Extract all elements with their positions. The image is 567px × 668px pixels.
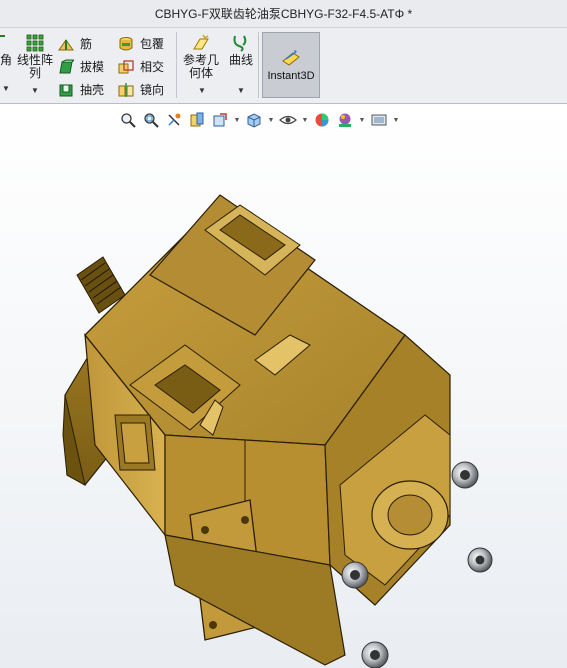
command-manager-ribbon: 角 ▼ 线性阵 列 ▼ 筋 拔模 抽壳 包覆 相交 镜向 参考几 何体 ▼ 曲线… xyxy=(0,28,567,104)
view-orientation-icon[interactable] xyxy=(244,111,264,129)
heads-up-view-toolbar: ▼ ▼ ▼ ▼ ▼ xyxy=(118,109,400,131)
window-title-bar: CBHYG-F双联齿轮油泵CBHYG-F32-F4.5-ATΦ * xyxy=(0,0,567,28)
hide-show-items-icon[interactable] xyxy=(278,111,298,129)
fillet-icon xyxy=(0,35,5,37)
linear-pattern-dropdown-icon[interactable]: ▼ xyxy=(31,86,39,95)
ribbon-separator xyxy=(258,32,259,98)
window-title: CBHYG-F双联齿轮油泵CBHYG-F32-F4.5-ATΦ * xyxy=(154,7,413,21)
draft-button[interactable]: 拔模 xyxy=(58,58,104,75)
intersect-label: 相交 xyxy=(140,60,165,74)
display-style-dropdown-icon[interactable]: ▼ xyxy=(267,117,275,124)
curves-button[interactable]: 曲线 xyxy=(226,34,256,67)
instant3d-icon xyxy=(282,49,300,66)
fillet-button[interactable]: 角 xyxy=(0,34,12,67)
edit-appearance-icon[interactable] xyxy=(312,111,332,129)
draft-icon xyxy=(59,59,74,73)
shell-button[interactable]: 抽壳 xyxy=(58,81,104,98)
rib-button[interactable]: 筋 xyxy=(58,35,92,52)
intersect-button[interactable]: 相交 xyxy=(118,58,164,75)
draft-label: 拔模 xyxy=(80,60,105,74)
rib-label: 筋 xyxy=(80,37,93,51)
linear-pattern-button[interactable]: 线性阵 列 xyxy=(14,34,56,80)
view-orientation-dropdown-icon[interactable]: ▼ xyxy=(233,117,241,124)
shell-icon xyxy=(59,84,73,96)
curves-dropdown-icon[interactable]: ▼ xyxy=(237,86,245,95)
fillet-dropdown-icon[interactable]: ▼ xyxy=(2,84,10,93)
zoom-to-fit-icon[interactable] xyxy=(118,111,138,129)
intersect-icon xyxy=(118,59,134,73)
linear-pattern-icon xyxy=(26,34,44,52)
reference-geometry-button[interactable]: 参考几 何体 xyxy=(180,34,222,80)
reference-geometry-label-2: 何体 xyxy=(188,66,213,80)
wrap-icon xyxy=(119,36,133,50)
wrap-label: 包覆 xyxy=(140,37,165,51)
rib-icon xyxy=(58,38,74,50)
view-settings-icon[interactable] xyxy=(369,111,389,129)
graphics-area[interactable]: ▼ ▼ ▼ ▼ ▼ xyxy=(0,105,567,668)
section-view-icon[interactable] xyxy=(187,111,207,129)
zoom-to-area-icon[interactable] xyxy=(141,111,161,129)
reference-geometry-icon xyxy=(193,34,209,50)
mirror-icon xyxy=(118,82,134,97)
instant3d-button[interactable]: Instant3D xyxy=(262,32,320,98)
curves-icon xyxy=(233,35,247,52)
view-settings-dropdown-icon[interactable]: ▼ xyxy=(392,117,400,124)
apply-scene-icon[interactable] xyxy=(335,111,355,129)
linear-pattern-label-2: 列 xyxy=(28,66,41,80)
curves-label: 曲线 xyxy=(228,53,253,67)
shell-label: 抽壳 xyxy=(80,83,105,97)
apply-scene-dropdown-icon[interactable]: ▼ xyxy=(358,117,366,124)
hide-show-dropdown-icon[interactable]: ▼ xyxy=(301,117,309,124)
fillet-label: 角 xyxy=(0,53,13,67)
gear-pump-model[interactable] xyxy=(55,185,515,668)
instant3d-label: Instant3D xyxy=(267,69,315,82)
mirror-button[interactable]: 镜向 xyxy=(118,81,164,98)
ribbon-separator xyxy=(176,32,177,98)
reference-geometry-dropdown-icon[interactable]: ▼ xyxy=(198,86,206,95)
previous-view-icon[interactable] xyxy=(164,111,184,129)
mirror-label: 镜向 xyxy=(140,83,165,97)
wrap-button[interactable]: 包覆 xyxy=(118,35,164,52)
dynamic-annotation-icon[interactable] xyxy=(210,111,230,129)
